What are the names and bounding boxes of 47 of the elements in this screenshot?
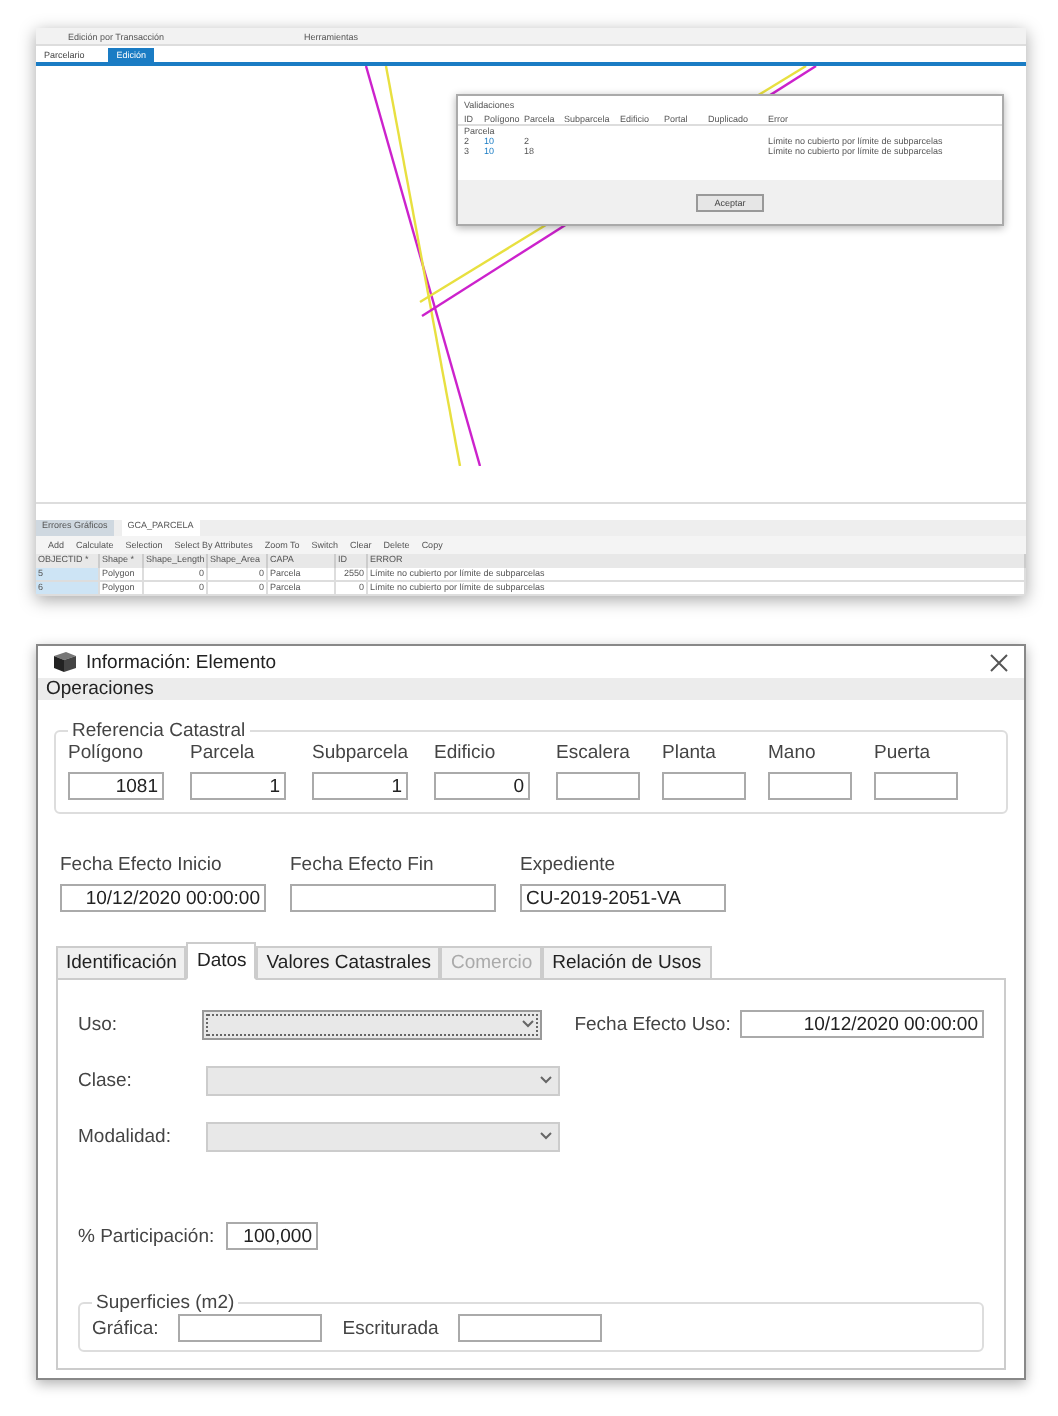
input-field[interactable]: CU-2019-2051-VA <box>520 884 726 912</box>
field-label: Puerta <box>874 742 932 764</box>
input-field[interactable] <box>178 1314 323 1342</box>
group-legend: Referencia Catastral <box>68 720 250 742</box>
input-field[interactable]: 10/12/2020 00:00:00 <box>60 884 266 912</box>
input-field[interactable]: 1 <box>312 772 408 800</box>
tab[interactable]: Datos <box>186 942 257 980</box>
field-label: % Participación: <box>78 1225 217 1247</box>
field-label: Mano <box>768 742 818 764</box>
field-label: Planta <box>662 742 718 764</box>
field-label: Subparcela <box>312 742 411 764</box>
field-label: Uso: <box>78 1013 120 1035</box>
field-label: Clase: <box>78 1069 134 1091</box>
group-legend: Superficies (m2) <box>92 1292 239 1314</box>
chevron-down-icon <box>540 1132 552 1140</box>
cube-icon <box>54 652 76 672</box>
tab[interactable]: Valores Catastrales <box>256 946 441 980</box>
input-field[interactable]: 0 <box>434 772 530 800</box>
field-label: Fecha Efecto Fin <box>290 854 436 876</box>
field-label: Edificio <box>434 742 498 764</box>
field-label: Gráfica: <box>92 1317 159 1339</box>
chevron-down-icon <box>540 1076 552 1084</box>
close-icon <box>990 654 1008 672</box>
input-field[interactable] <box>874 772 958 800</box>
input-field[interactable] <box>662 772 746 800</box>
field-label: Polígono <box>68 742 146 764</box>
input-field[interactable] <box>556 772 640 800</box>
field-label: Fecha Efecto Inicio <box>60 854 224 876</box>
dropdown[interactable] <box>201 1009 543 1039</box>
menu-item[interactable]: Operaciones <box>46 678 154 700</box>
window-title: Información: Elemento <box>86 651 279 673</box>
chevron-down-icon <box>522 1020 535 1028</box>
input-field[interactable]: 10/12/2020 00:00:00 <box>740 1010 984 1038</box>
tab[interactable]: Relación de Usos <box>542 946 712 980</box>
input-field[interactable]: 1 <box>190 772 286 800</box>
field-label: Modalidad: <box>78 1125 173 1147</box>
field-label: Parcela <box>190 742 257 764</box>
input-field[interactable] <box>290 884 496 912</box>
field-label: Escriturada <box>342 1317 439 1339</box>
input-field[interactable]: 1081 <box>68 772 164 800</box>
input-field[interactable]: 100,000 <box>226 1222 318 1250</box>
field-label: Fecha Efecto Uso: <box>574 1013 733 1035</box>
field-label: Expediente <box>520 854 618 876</box>
input-field[interactable] <box>458 1314 603 1342</box>
field-label: Escalera <box>556 742 632 764</box>
input-field[interactable] <box>768 772 852 800</box>
tab[interactable]: Identificación <box>56 946 187 980</box>
